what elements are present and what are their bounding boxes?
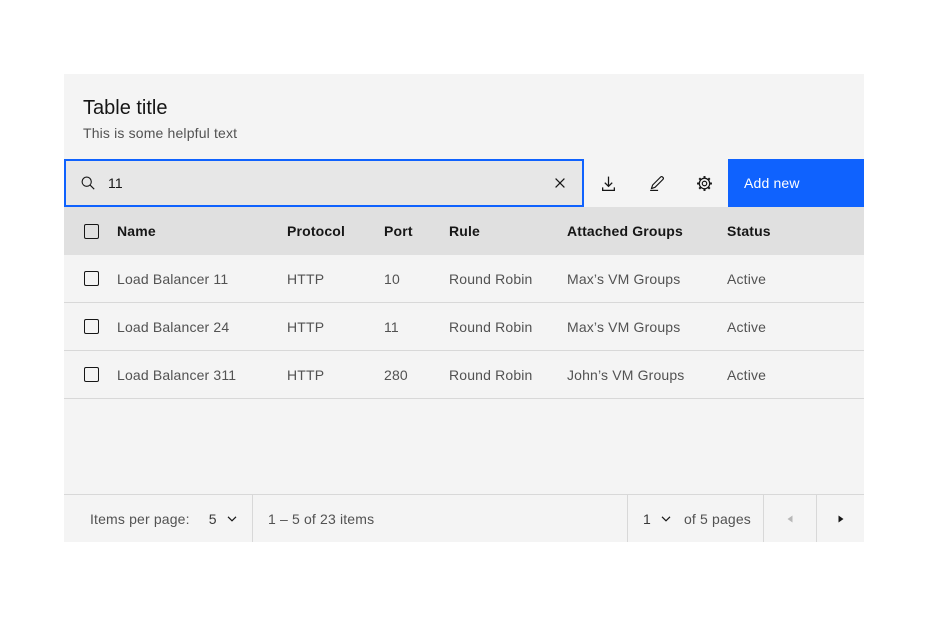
- row-checkbox[interactable]: [84, 367, 99, 382]
- pagination-bar: Items per page: 5 1 – 5 of 23 items 1: [64, 494, 864, 542]
- close-icon: [553, 176, 567, 190]
- cell-protocol: HTTP: [287, 367, 384, 383]
- cell-protocol: HTTP: [287, 319, 384, 335]
- row-checkbox[interactable]: [84, 271, 99, 286]
- table-header-row: Name Protocol Port Rule Attached Groups …: [64, 207, 864, 255]
- settings-icon: [696, 175, 713, 192]
- column-header-attached-groups: Attached Groups: [567, 223, 727, 239]
- cell-status: Active: [727, 271, 864, 287]
- search-input[interactable]: [108, 161, 538, 205]
- cell-rule: Round Robin: [449, 367, 567, 383]
- cell-protocol: HTTP: [287, 271, 384, 287]
- table-toolbar: Add new: [64, 159, 864, 207]
- cell-name: Load Balancer 11: [117, 271, 287, 287]
- page-number-select[interactable]: 1: [643, 495, 671, 542]
- cell-attached-groups: Max’s VM Groups: [567, 319, 727, 335]
- cell-status: Active: [727, 367, 864, 383]
- download-icon: [600, 175, 617, 192]
- cell-port: 280: [384, 367, 449, 383]
- caret-left-icon: [786, 514, 794, 524]
- column-header-name: Name: [117, 223, 287, 239]
- items-per-page-value: 5: [209, 511, 217, 527]
- search-clear-button[interactable]: [538, 161, 582, 205]
- table-header-section: Table title This is some helpful text: [64, 74, 864, 159]
- cell-port: 10: [384, 271, 449, 287]
- edit-icon: [648, 175, 665, 192]
- data-table-widget: Table title This is some helpful text: [64, 74, 864, 542]
- edit-button[interactable]: [632, 159, 680, 207]
- items-per-page-label: Items per page:: [90, 511, 190, 527]
- chevron-down-icon: [661, 516, 671, 522]
- items-per-page-select[interactable]: 5: [209, 495, 237, 542]
- table-row: Load Balancer 24 HTTP 11 Round Robin Max…: [64, 303, 864, 351]
- column-header-rule: Rule: [449, 223, 567, 239]
- cell-port: 11: [384, 319, 449, 335]
- cell-status: Active: [727, 319, 864, 335]
- table-empty-area: [64, 399, 864, 494]
- column-header-port: Port: [384, 223, 449, 239]
- caret-right-icon: [837, 514, 845, 524]
- pagination-range-text: 1 – 5 of 23 items: [268, 511, 374, 527]
- table-row: Load Balancer 11 HTTP 10 Round Robin Max…: [64, 255, 864, 303]
- cell-rule: Round Robin: [449, 271, 567, 287]
- add-new-button[interactable]: Add new: [728, 159, 864, 207]
- pages-count-label: of 5 pages: [684, 511, 751, 527]
- table-title: Table title: [83, 95, 845, 121]
- cell-attached-groups: John’s VM Groups: [567, 367, 727, 383]
- pagination-next-button[interactable]: [817, 495, 864, 542]
- cell-name: Load Balancer 24: [117, 319, 287, 335]
- cell-name: Load Balancer 311: [117, 367, 287, 383]
- column-header-status: Status: [727, 223, 864, 239]
- row-checkbox[interactable]: [84, 319, 99, 334]
- download-button[interactable]: [584, 159, 632, 207]
- pagination-range-section: 1 – 5 of 23 items: [253, 495, 628, 542]
- items-per-page-section: Items per page: 5: [64, 495, 253, 542]
- table-helper-text: This is some helpful text: [83, 124, 845, 142]
- select-all-checkbox[interactable]: [84, 224, 99, 239]
- page-number-value: 1: [643, 511, 651, 527]
- pagination-prev-button[interactable]: [764, 495, 817, 542]
- page-select-section: 1 of 5 pages: [628, 495, 764, 542]
- search-icon: [80, 175, 96, 191]
- search-box[interactable]: [64, 159, 584, 207]
- cell-attached-groups: Max’s VM Groups: [567, 271, 727, 287]
- settings-button[interactable]: [680, 159, 728, 207]
- table-row: Load Balancer 311 HTTP 280 Round Robin J…: [64, 351, 864, 399]
- column-header-protocol: Protocol: [287, 223, 384, 239]
- chevron-down-icon: [227, 516, 237, 522]
- cell-rule: Round Robin: [449, 319, 567, 335]
